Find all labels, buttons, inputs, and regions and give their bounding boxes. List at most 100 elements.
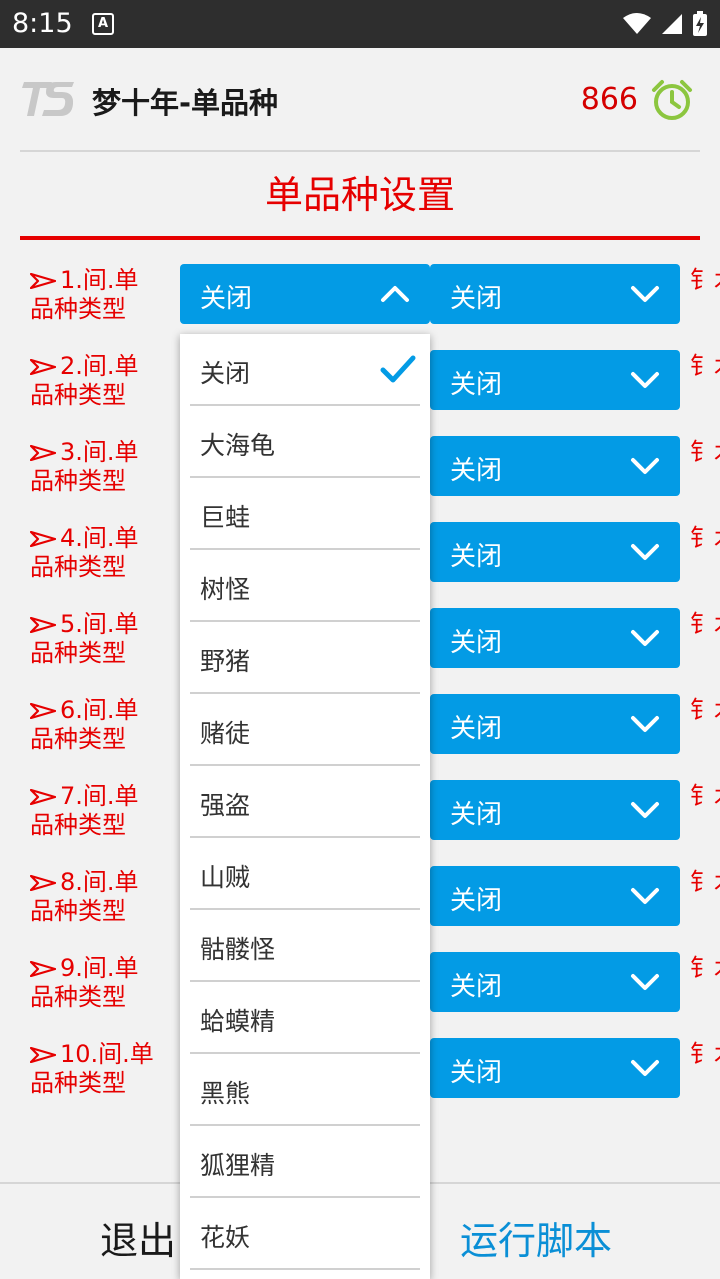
dropdown-option-label: 大海龟 [200, 431, 276, 460]
second-select-value: 关闭 [450, 886, 503, 916]
dropdown-option-label: 花妖 [200, 1223, 251, 1252]
dropdown-option-label: 黑熊 [200, 1079, 251, 1108]
row-label-line2: 品种类型 [30, 553, 126, 581]
row-label-line1: 10.间.单 [60, 1040, 154, 1068]
wifi-icon [623, 13, 651, 34]
row-label-line2: 品种类型 [30, 639, 126, 667]
dropdown-option[interactable]: 树怪 [190, 550, 420, 622]
row-label-line1: 6.间.单 [60, 696, 139, 724]
clipped-label: 钅木 [690, 438, 720, 466]
header-divider [20, 150, 700, 152]
row-label-line1: 7.间.单 [60, 782, 139, 810]
second-select-value: 关闭 [450, 714, 503, 744]
dropdown-option[interactable]: 蛤蟆精 [190, 982, 420, 1054]
row-label-line1: 1.间.单 [60, 266, 139, 294]
second-select[interactable]: 关闭 [430, 952, 680, 1012]
dropdown-option-label: 关闭 [200, 359, 251, 388]
row-label-line1: 8.间.单 [60, 868, 139, 896]
dropdown-option-label: 强盗 [200, 791, 251, 820]
row-label: 6.间.单 品种类型 [29, 696, 170, 754]
dropdown-option-label: 骷髅怪 [200, 935, 276, 964]
arrow-right-icon [29, 358, 57, 376]
run-script-button[interactable]: 运行脚本 [460, 1210, 612, 1265]
row-label: 2.间.单 品种类型 [29, 352, 170, 410]
chevron-down-icon [631, 372, 659, 388]
row-label-line2: 品种类型 [30, 381, 126, 409]
section-underline [20, 236, 700, 240]
dropdown-option[interactable]: 巨蛙 [190, 478, 420, 550]
chevron-down-icon [631, 802, 659, 818]
exit-button[interactable]: 退出 [100, 1210, 176, 1265]
clipped-label: 钅木 [690, 1040, 720, 1068]
row-label: 1.间.单 品种类型 [29, 266, 170, 324]
row-label: 9.间.单 品种类型 [29, 954, 170, 1012]
row-label-line1: 4.间.单 [60, 524, 139, 552]
dropdown-option[interactable]: 狐狸精 [190, 1126, 420, 1198]
battery-icon [693, 11, 707, 36]
second-select[interactable]: 关闭 [430, 608, 680, 668]
second-select[interactable]: 关闭 [430, 780, 680, 840]
chevron-down-icon [631, 888, 659, 904]
section-title: 单品种设置 [264, 173, 455, 217]
status-bar: 8:15 A [0, 0, 720, 48]
second-select-value: 关闭 [450, 972, 503, 1002]
dropdown-option-label: 狐狸精 [200, 1151, 276, 1180]
dropdown-option[interactable]: 黑熊 [190, 1054, 420, 1126]
second-select[interactable]: 关闭 [430, 694, 680, 754]
chevron-down-icon [631, 630, 659, 646]
dropdown-option[interactable]: 骷髅怪 [190, 910, 420, 982]
row-label-line1: 2.间.单 [60, 352, 139, 380]
row-label-line2: 品种类型 [30, 897, 126, 925]
dropdown-option-label: 蛤蟆精 [200, 1007, 276, 1036]
row-label-line1: 3.间.单 [60, 438, 139, 466]
status-time: 8:15 [12, 8, 73, 39]
arrow-right-icon [29, 530, 57, 548]
clipped-label: 钅木 [690, 610, 720, 638]
second-select-value: 关闭 [450, 284, 503, 314]
dropdown-option-label: 野猪 [200, 647, 251, 676]
arrow-right-icon [29, 702, 57, 720]
type-select-value: 关闭 [200, 284, 253, 314]
arrow-right-icon [29, 616, 57, 634]
dropdown-option[interactable]: 强盗 [190, 766, 420, 838]
dropdown-option[interactable]: 大海龟 [190, 406, 420, 478]
dropdown-option-label: 赌徒 [200, 719, 251, 748]
clipped-label: 钅木 [690, 954, 720, 982]
row-label: 4.间.单 品种类型 [29, 524, 170, 582]
second-select[interactable]: 关闭 [430, 1038, 680, 1098]
checkmark-icon [380, 355, 416, 383]
row-label: 3.间.单 品种类型 [29, 438, 170, 496]
second-select[interactable]: 关闭 [430, 866, 680, 926]
row-label: 8.间.单 品种类型 [29, 868, 170, 926]
dropdown-option[interactable]: 赌徒 [190, 694, 420, 766]
chevron-down-icon [631, 286, 659, 302]
dropdown-option[interactable]: 山贼 [190, 838, 420, 910]
cell-signal-icon [662, 14, 682, 34]
app-title: 梦十年-单品种 [92, 86, 279, 120]
dropdown-option[interactable]: 关闭 [190, 334, 420, 406]
arrow-right-icon [29, 444, 57, 462]
second-select[interactable]: 关闭 [430, 436, 680, 496]
arrow-right-icon [29, 272, 57, 290]
second-select[interactable]: 关闭 [430, 350, 680, 410]
app-header: 梦十年-单品种 866 [0, 48, 720, 152]
arrow-right-icon [29, 874, 57, 892]
status-icons [622, 10, 708, 38]
alarm-clock-icon[interactable] [650, 78, 694, 122]
row-label-line2: 品种类型 [30, 295, 126, 323]
arrow-right-icon [29, 1046, 57, 1064]
second-select[interactable]: 关闭 [430, 264, 680, 324]
chevron-down-icon [631, 716, 659, 732]
dropdown-option[interactable]: 花妖 [190, 1198, 420, 1270]
chevron-down-icon [631, 1060, 659, 1076]
setting-row: 1.间.单品种类型关闭关闭钅木 [0, 264, 720, 324]
row-label-line2: 品种类型 [30, 467, 126, 495]
second-select[interactable]: 关闭 [430, 522, 680, 582]
notification-a-icon: A [92, 13, 114, 35]
clipped-label: 钅木 [690, 524, 720, 552]
type-select[interactable]: 关闭 [180, 264, 430, 324]
row-label-line2: 品种类型 [30, 1069, 126, 1097]
dropdown-option[interactable]: 野猪 [190, 622, 420, 694]
chevron-down-icon [631, 974, 659, 990]
second-select-value: 关闭 [450, 1058, 503, 1088]
